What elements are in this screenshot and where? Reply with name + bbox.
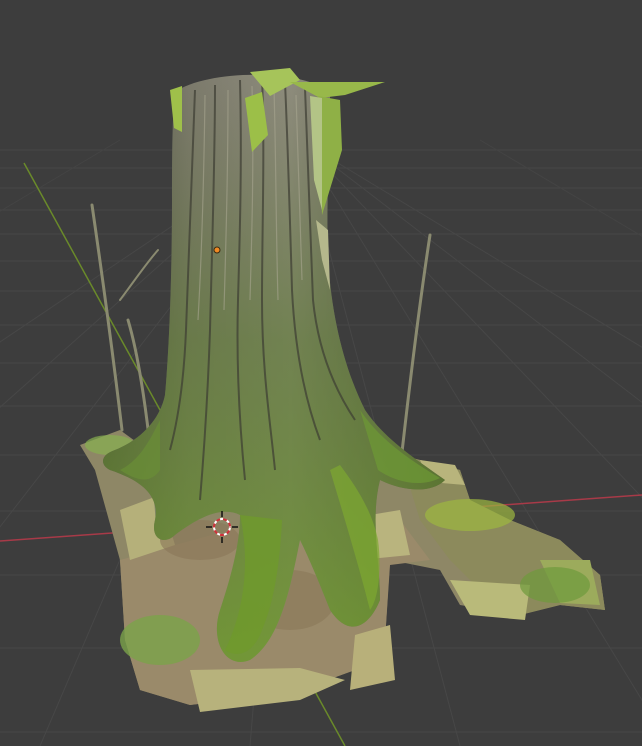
object-origin-point[interactable] — [213, 246, 221, 254]
3d-viewport[interactable] — [0, 0, 642, 746]
